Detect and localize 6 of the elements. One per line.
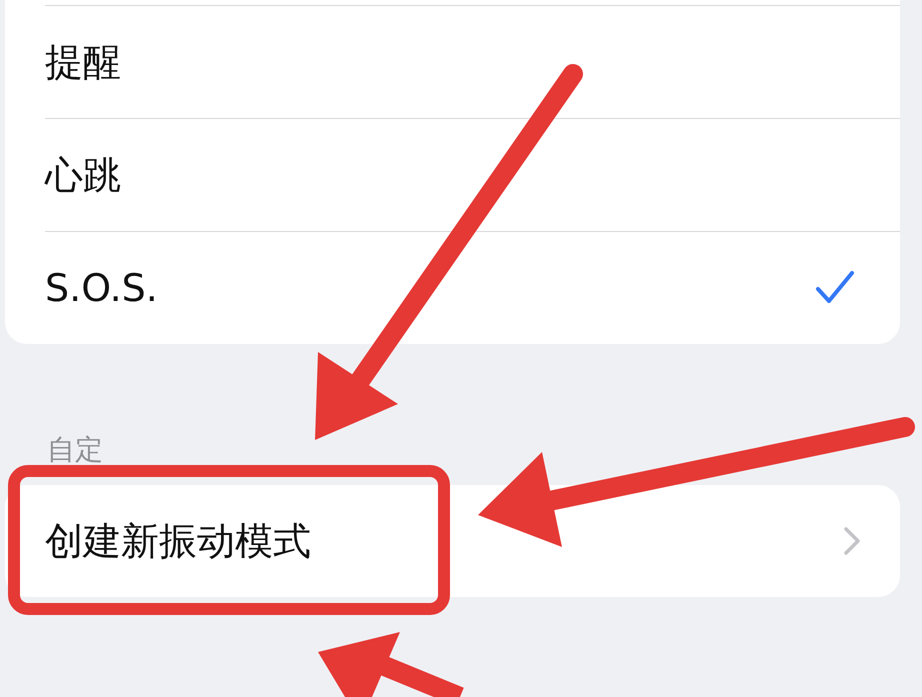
option-label[interactable]: 提醒	[45, 36, 121, 88]
section-header: 自定	[47, 432, 104, 468]
option-label[interactable]: S.O.S.	[45, 266, 158, 310]
chevron-icon	[842, 525, 862, 557]
create-pattern-label[interactable]: 创建新振动模式	[45, 516, 311, 566]
option-label[interactable]: 心跳	[45, 150, 121, 200]
